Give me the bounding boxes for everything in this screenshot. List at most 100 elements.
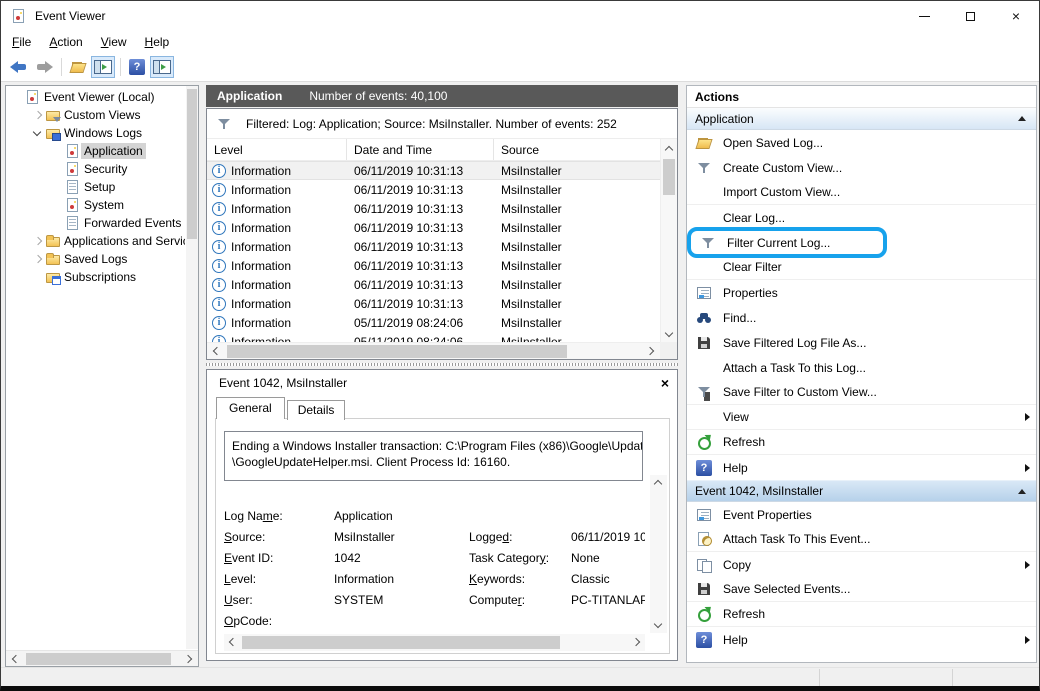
toolbar-show-console-tree-button[interactable]: [91, 56, 115, 78]
chevron-right-icon[interactable]: [32, 235, 45, 248]
scroll-down-arrow[interactable]: [651, 618, 666, 633]
action-item[interactable]: Refresh: [687, 430, 1036, 455]
action-item[interactable]: Save Filter to Custom View...: [687, 380, 1036, 405]
chevron-right-icon[interactable]: [32, 253, 45, 266]
action-item[interactable]: Import Custom View...: [687, 180, 1036, 205]
action-item[interactable]: Attach Task To This Event...: [687, 527, 1036, 552]
action-item[interactable]: Help: [687, 627, 1036, 652]
menu-item[interactable]: File: [3, 33, 40, 51]
status-bar: [1, 667, 1039, 687]
scroll-left-arrow[interactable]: [208, 344, 223, 359]
information-icon: [212, 240, 226, 254]
column-header-source[interactable]: Source: [494, 139, 660, 160]
event-row[interactable]: Information 06/11/2019 10:31:13 MsiInsta…: [207, 294, 660, 313]
field-value: SYSTEM: [334, 593, 469, 607]
scrollbar-thumb[interactable]: [26, 653, 171, 665]
action-item[interactable]: Clear Filter: [687, 255, 1036, 280]
event-row[interactable]: Information 06/11/2019 10:31:13 MsiInsta…: [207, 256, 660, 275]
tree-vertical-scrollbar[interactable]: [186, 86, 198, 649]
menu-item[interactable]: Help: [136, 33, 179, 51]
column-headers: Level Date and Time Source: [207, 139, 660, 161]
tree-item[interactable]: Event Viewer (Local): [6, 88, 185, 106]
close-preview-button[interactable]: ×: [661, 376, 669, 390]
tree-item[interactable]: Subscriptions: [6, 268, 185, 286]
scroll-up-arrow[interactable]: [662, 141, 677, 156]
tree-item[interactable]: Application: [6, 142, 185, 160]
tab-general[interactable]: General: [216, 397, 285, 419]
menu-item[interactable]: View: [92, 33, 136, 51]
toolbar-forward-button[interactable]: [32, 56, 56, 78]
event-row[interactable]: Information 05/11/2019 08:24:06 MsiInsta…: [207, 313, 660, 332]
scroll-right-arrow[interactable]: [630, 635, 645, 650]
chevron-down-icon[interactable]: [32, 127, 45, 140]
toolbar-open-folder-button[interactable]: [66, 56, 90, 78]
action-item[interactable]: Attach a Task To this Log...: [687, 355, 1036, 380]
events-vertical-scrollbar[interactable]: [660, 139, 677, 342]
action-item[interactable]: Event Properties: [687, 502, 1036, 527]
field-label: Event ID:: [224, 551, 334, 565]
scroll-down-arrow[interactable]: [662, 327, 677, 342]
tree-item-label: Custom Views: [61, 107, 143, 123]
action-item[interactable]: Save Selected Events...: [687, 577, 1036, 602]
action-item[interactable]: View: [687, 405, 1036, 430]
column-header-level[interactable]: Level: [207, 139, 347, 160]
actions-section-application[interactable]: Application: [687, 108, 1036, 130]
preview-vertical-scrollbar[interactable]: [650, 475, 667, 633]
tree-item[interactable]: Forwarded Events: [6, 214, 185, 232]
action-item[interactable]: Save Filtered Log File As...: [687, 330, 1036, 355]
action-item[interactable]: Properties: [687, 280, 1036, 305]
scroll-left-arrow[interactable]: [224, 635, 239, 650]
close-button[interactable]: ×: [993, 1, 1039, 31]
scroll-right-arrow[interactable]: [182, 652, 197, 667]
action-item[interactable]: Help: [687, 455, 1036, 480]
scroll-right-arrow[interactable]: [644, 344, 659, 359]
event-row[interactable]: Information 06/11/2019 10:31:13 MsiInsta…: [207, 218, 660, 237]
toolbar-back-button[interactable]: [7, 56, 31, 78]
tree-item[interactable]: Saved Logs: [6, 250, 185, 268]
filter-icon: [696, 160, 712, 176]
toolbar-show-action-pane-button[interactable]: [150, 56, 174, 78]
menu-item[interactable]: Action: [40, 33, 91, 51]
field-label: Log Name:: [224, 509, 334, 523]
submenu-arrow-icon: [1024, 314, 1030, 322]
action-item[interactable]: Find...: [687, 305, 1036, 330]
tree-item[interactable]: Custom Views: [6, 106, 185, 124]
maximize-button[interactable]: [947, 1, 993, 31]
event-row[interactable]: Information 06/11/2019 10:31:13 MsiInsta…: [207, 199, 660, 218]
preview-horizontal-scrollbar[interactable]: [224, 634, 645, 651]
event-row[interactable]: Information 06/11/2019 10:31:13 MsiInsta…: [207, 180, 660, 199]
scrollbar-thumb[interactable]: [187, 89, 197, 239]
event-row[interactable]: Information 06/11/2019 10:31:13 MsiInsta…: [207, 275, 660, 294]
action-item[interactable]: Open Saved Log...: [687, 130, 1036, 155]
toolbar: [1, 53, 1039, 82]
action-item[interactable]: Create Custom View...: [687, 155, 1036, 180]
tab-details[interactable]: Details: [287, 400, 346, 420]
column-header-date[interactable]: Date and Time: [347, 139, 494, 160]
toolbar-help-button[interactable]: [125, 56, 149, 78]
event-row[interactable]: Information 06/11/2019 10:31:13 MsiInsta…: [207, 161, 660, 180]
scroll-up-arrow[interactable]: [651, 475, 666, 490]
tree-horizontal-scrollbar[interactable]: [6, 650, 198, 666]
event-row[interactable]: Information 05/11/2019 08:24:06 MsiInsta…: [207, 332, 660, 342]
scrollbar-thumb[interactable]: [227, 345, 567, 358]
tree-item[interactable]: System: [6, 196, 185, 214]
action-item[interactable]: Refresh: [687, 602, 1036, 627]
events-horizontal-scrollbar[interactable]: [207, 342, 660, 359]
tree-item[interactable]: Setup: [6, 178, 185, 196]
pane-splitter[interactable]: [206, 362, 678, 367]
action-item[interactable]: Filter Current Log...: [687, 227, 887, 258]
action-item[interactable]: Copy: [687, 552, 1036, 577]
event-row[interactable]: Information 06/11/2019 10:31:13 MsiInsta…: [207, 237, 660, 256]
scrollbar-thumb[interactable]: [242, 636, 560, 649]
field-label: OpCode:: [224, 614, 334, 628]
actions-section-event[interactable]: Event 1042, MsiInstaller: [687, 480, 1036, 502]
tree-item[interactable]: Security: [6, 160, 185, 178]
tree-item[interactable]: Applications and Services Lo: [6, 232, 185, 250]
minimize-button[interactable]: [901, 1, 947, 31]
chevron-right-icon[interactable]: [32, 109, 45, 122]
submenu-arrow-icon: [1025, 561, 1030, 569]
scroll-left-arrow[interactable]: [7, 652, 22, 667]
event-datetime: 05/11/2019 08:24:06: [347, 335, 494, 343]
tree-item[interactable]: Windows Logs: [6, 124, 185, 142]
scrollbar-thumb[interactable]: [663, 159, 675, 195]
